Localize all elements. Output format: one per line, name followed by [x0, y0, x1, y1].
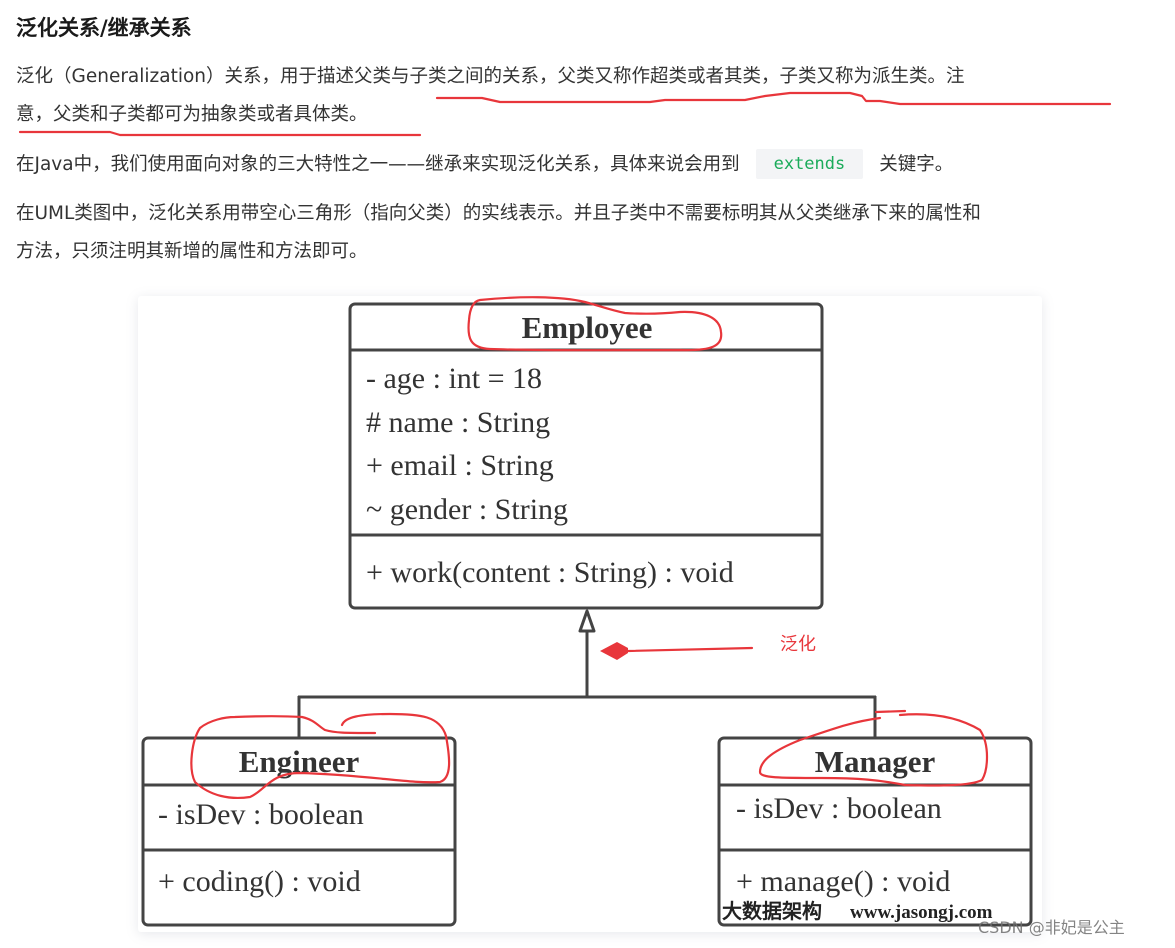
- manager-attribute: - isDev : boolean: [736, 792, 942, 825]
- employee-attribute: ~ gender : String: [366, 493, 568, 526]
- generalization-annotation-label: 泛化: [780, 634, 816, 655]
- underline-annotation-line-1: [435, 91, 1112, 106]
- watermark-url: www.jasongj.com: [850, 902, 993, 923]
- employee-attribute: + email : String: [366, 449, 554, 482]
- manager-method: + manage() : void: [736, 865, 950, 898]
- hollow-triangle-arrowhead-icon: [578, 609, 596, 633]
- engineer-attribute: - isDev : boolean: [158, 798, 364, 831]
- watermark-chinese: 大数据架构: [722, 899, 822, 923]
- engineer-method: + coding() : void: [158, 865, 361, 898]
- generalization-pointer-line: [626, 646, 754, 653]
- csdn-credit-watermark: CSDN @非妃是公主: [978, 918, 1125, 937]
- employee-attribute: - age : int = 18: [366, 362, 542, 395]
- employee-method: + work(content : String) : void: [366, 556, 734, 589]
- red-arrow-head-icon: [600, 642, 628, 660]
- manager-class-name: Manager: [815, 744, 936, 779]
- underline-annotation-line-2: [18, 130, 422, 137]
- employee-attribute: # name : String: [366, 406, 550, 439]
- employee-class-name: Employee: [522, 310, 653, 345]
- uml-class-diagram: Employee - age : int = 18 # name : Strin…: [18, 91, 1112, 927]
